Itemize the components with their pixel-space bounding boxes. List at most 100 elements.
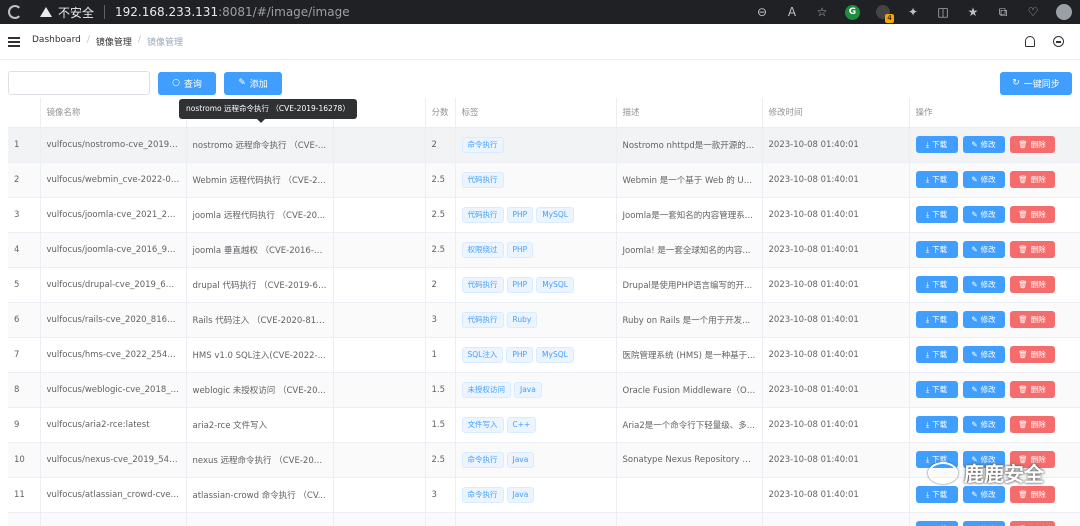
edit-button-label: 修改	[980, 140, 996, 149]
tag-badge: Java	[506, 451, 535, 468]
search-input[interactable]	[8, 71, 150, 95]
extension-icon[interactable]: 4	[876, 5, 894, 23]
table-row[interactable]: 9 vulfocus/aria2-rce:latest aria2-rce 文件写入…	[8, 407, 1080, 443]
table-row[interactable]: 6 vulfocus/rails-cve_2020_8163:la... Rails…	[8, 302, 1080, 338]
row-score: 3	[425, 477, 456, 513]
health-icon[interactable]: ♡	[1026, 5, 1040, 19]
edit-button[interactable]: ✎修改	[962, 381, 1005, 398]
table-row[interactable]: 8 vulfocus/weblogic-cve_2018_32... weblogi…	[8, 372, 1080, 408]
download-button[interactable]: ⤓下载	[915, 521, 958, 526]
delete-button[interactable]: 🗑删除	[1009, 136, 1055, 153]
row-index: 1	[8, 127, 41, 163]
trash-icon: 🗑	[1018, 210, 1028, 219]
split-screen-icon[interactable]: ◫	[936, 5, 950, 19]
download-button[interactable]: ⤓下载	[915, 416, 958, 433]
reload-icon[interactable]	[8, 5, 22, 19]
row-actions: ⤓下载✎修改🗑删除	[909, 302, 1080, 338]
breadcrumb-dashboard[interactable]: Dashboard	[32, 35, 81, 48]
table-row[interactable]: ⤓下载 ✎修改 🗑删除	[8, 512, 1080, 526]
download-button[interactable]: ⤓下载	[915, 136, 958, 153]
download-button-label: 下载	[932, 210, 948, 219]
row-score	[425, 512, 456, 526]
edit-button[interactable]: ✎修改	[962, 241, 1005, 258]
menu-toggle-icon[interactable]	[8, 36, 20, 47]
edit-button[interactable]: ✎修改	[962, 346, 1005, 363]
table-row[interactable]: 7 vulfocus/hms-cve_2022_25491:l... HMS v1.…	[8, 337, 1080, 373]
delete-button[interactable]: 🗑删除	[1009, 346, 1055, 363]
sync-all-button[interactable]: ↻ 一键同步	[1000, 71, 1072, 95]
row-index	[8, 512, 41, 526]
delete-button[interactable]: 🗑删除	[1009, 486, 1055, 503]
table-row[interactable]: 10 vulfocus/nexus-cve_2019_5475:... nexus …	[8, 442, 1080, 478]
edit-button[interactable]: ✎修改	[962, 416, 1005, 433]
zoom-icon[interactable]: ⊖	[755, 5, 769, 19]
download-button[interactable]: ⤓下载	[915, 381, 958, 398]
tag-badge: MySQL	[536, 206, 574, 223]
edit-button[interactable]: ✎修改	[962, 486, 1005, 503]
delete-button[interactable]: 🗑删除	[1009, 521, 1055, 526]
add-button[interactable]: ✎ 添加	[224, 71, 282, 95]
row-port	[333, 407, 426, 443]
user-menu-icon[interactable]	[1053, 36, 1064, 47]
download-button[interactable]: ⤓下载	[915, 241, 958, 258]
delete-button[interactable]: 🗑删除	[1009, 206, 1055, 223]
profile-avatar[interactable]	[1056, 4, 1072, 20]
tag-badge: 代码执行	[461, 276, 504, 293]
col-score[interactable]: 分数	[425, 98, 456, 128]
grammarly-icon[interactable]: G	[845, 4, 860, 20]
delete-button[interactable]: 🗑删除	[1009, 311, 1055, 328]
row-port	[333, 337, 426, 373]
table-row[interactable]: 4 vulfocus/joomla-cve_2016_9838... joomla …	[8, 232, 1080, 268]
row-port	[333, 477, 426, 513]
trash-icon: 🗑	[1018, 385, 1028, 394]
col-description[interactable]: 描述	[616, 98, 763, 128]
read-aloud-icon[interactable]: A	[785, 5, 799, 19]
download-button[interactable]: ⤓下载	[915, 311, 958, 328]
url-host: 192.168.233.131	[115, 5, 219, 19]
table-row[interactable]: 3 vulfocus/joomla-cve_2021_2313... joomla …	[8, 197, 1080, 233]
download-button[interactable]: ⤓下载	[915, 171, 958, 188]
image-table: 镜像名称 端口 分数 标签 描述 修改时间 操作 1vulfocus/nostr…	[8, 98, 1080, 526]
extensions-puzzle-icon[interactable]: ✦	[906, 5, 920, 19]
edit-button[interactable]: ✎修改	[962, 136, 1005, 153]
row-index: 7	[8, 337, 41, 373]
col-tags[interactable]: 标签	[455, 98, 617, 128]
delete-button[interactable]: 🗑删除	[1009, 416, 1055, 433]
collections-icon[interactable]: ⧉	[996, 5, 1010, 19]
edit-button[interactable]: ✎修改	[962, 171, 1005, 188]
download-button[interactable]: ⤓下载	[915, 206, 958, 223]
delete-button[interactable]: 🗑删除	[1009, 276, 1055, 293]
tag-badge: PHP	[506, 206, 534, 223]
tag-badge: SQL注入	[461, 346, 504, 363]
bell-icon[interactable]	[1025, 36, 1035, 47]
download-button[interactable]: ⤓下载	[915, 346, 958, 363]
edit-button[interactable]: ✎修改	[962, 521, 1005, 526]
favorite-icon[interactable]: ☆	[815, 5, 829, 19]
query-button[interactable]: ○ 查询	[158, 71, 216, 95]
breadcrumb-image-mgmt[interactable]: 镜像管理	[96, 35, 132, 48]
table-row[interactable]: 5 vulfocus/drupal-cve_2019_6340:... drupal…	[8, 267, 1080, 303]
download-button[interactable]: ⤓下载	[915, 276, 958, 293]
row-actions: ⤓下载✎修改🗑删除	[909, 407, 1080, 443]
table-row[interactable]: 11 vulfocus/atlassian_crowd-cve_2... atlas…	[8, 477, 1080, 513]
delete-button[interactable]: 🗑删除	[1009, 171, 1055, 188]
col-image-name[interactable]: 镜像名称	[40, 98, 187, 128]
row-modified-time: 2023-10-08 01:40:01	[762, 337, 910, 373]
delete-button[interactable]: 🗑删除	[1009, 241, 1055, 258]
delete-button-label: 删除	[1030, 350, 1046, 359]
table-row[interactable]: 2 vulfocus/webmin_cve-2022-082... Webmin 远…	[8, 162, 1080, 198]
edit-button-label: 修改	[980, 420, 996, 429]
row-actions: ⤓下载✎修改🗑删除	[909, 162, 1080, 198]
edit-button[interactable]: ✎修改	[962, 311, 1005, 328]
url-text[interactable]: 192.168.233.131:8081/#/image/image	[115, 5, 350, 19]
address-bar[interactable]: 不安全 192.168.233.131:8081/#/image/image	[40, 2, 755, 22]
row-modified-time: 2023-10-08 01:40:01	[762, 162, 910, 198]
row-actions: ⤓下载✎修改🗑删除	[909, 372, 1080, 408]
table-row[interactable]: 1 vulfocus/nostromo-cve_2019_16... nostrom…	[8, 127, 1080, 163]
download-button[interactable]: ⤓下载	[915, 486, 958, 503]
edit-button[interactable]: ✎修改	[962, 206, 1005, 223]
favorites-list-icon[interactable]: ★	[966, 5, 980, 19]
edit-button[interactable]: ✎修改	[962, 276, 1005, 293]
delete-button[interactable]: 🗑删除	[1009, 381, 1055, 398]
col-modified-time[interactable]: 修改时间	[762, 98, 910, 128]
